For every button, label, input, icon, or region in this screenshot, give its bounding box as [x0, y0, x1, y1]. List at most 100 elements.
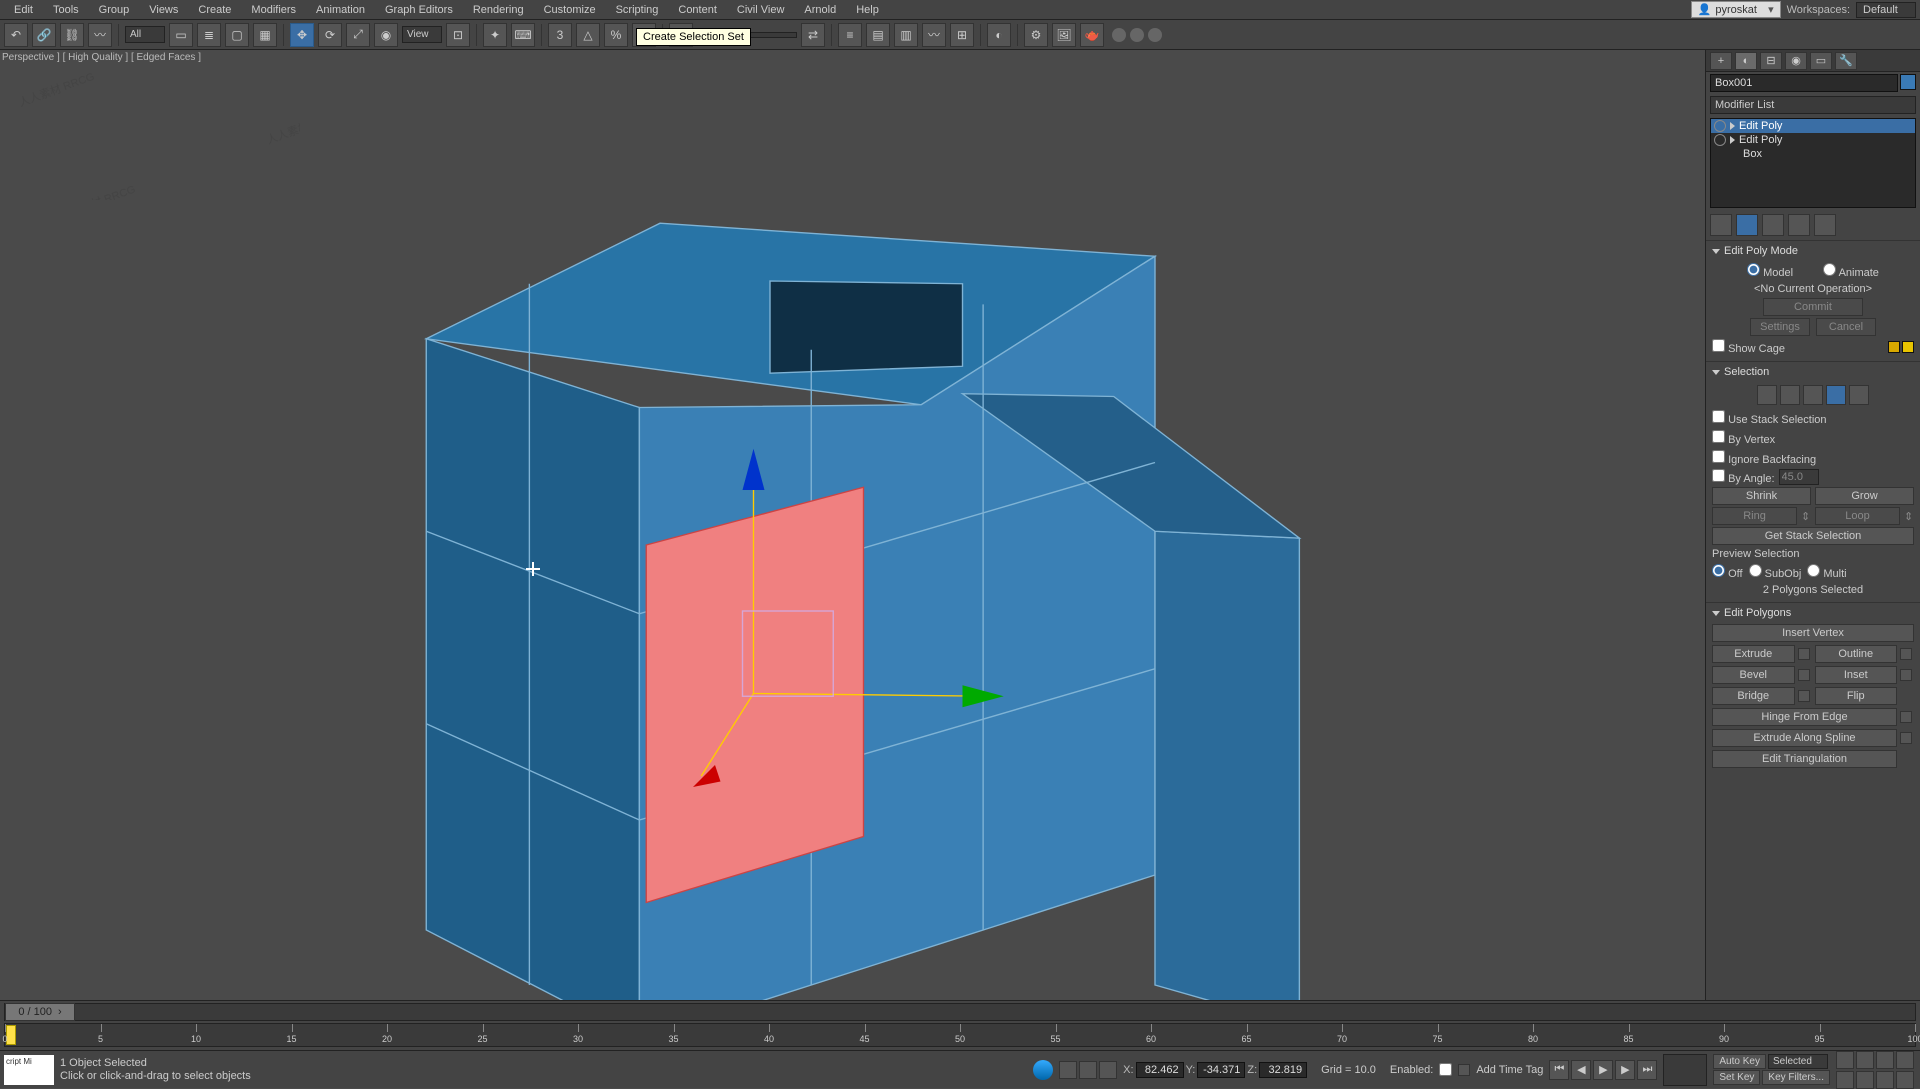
menu-arnold[interactable]: Arnold — [794, 2, 846, 18]
curve-editor-button[interactable]: 〰 — [922, 23, 946, 47]
mode-animate-radio[interactable]: Animate — [1823, 263, 1879, 279]
cancel-button[interactable]: Cancel — [1816, 318, 1876, 336]
bridge-settings-button[interactable] — [1798, 690, 1810, 702]
rollout-title[interactable]: Edit Polygons — [1724, 607, 1791, 619]
key-filters-button[interactable]: Key Filters... — [1762, 1070, 1830, 1085]
add-time-tag-button[interactable]: Add Time Tag — [1476, 1064, 1543, 1076]
menu-modifiers[interactable]: Modifiers — [241, 2, 306, 18]
angle-snap-button[interactable]: △ — [576, 23, 600, 47]
menu-rendering[interactable]: Rendering — [463, 2, 534, 18]
outline-button[interactable]: Outline — [1815, 645, 1898, 663]
absolute-transform-button[interactable] — [1099, 1061, 1117, 1079]
select-and-scale-button[interactable]: ⤢ — [346, 23, 370, 47]
outline-settings-button[interactable] — [1900, 648, 1912, 660]
zoom-all-button[interactable] — [1896, 1051, 1914, 1069]
tab-motion[interactable]: ◉ — [1785, 52, 1807, 70]
rollout-title[interactable]: Edit Poly Mode — [1724, 245, 1798, 257]
show-cage-checkbox[interactable]: Show Cage — [1712, 339, 1785, 355]
set-key-button[interactable]: Set Key — [1713, 1070, 1760, 1085]
select-and-place-button[interactable]: ◉ — [374, 23, 398, 47]
goto-end-button[interactable]: ⏭ — [1637, 1060, 1657, 1080]
expand-icon[interactable] — [1730, 136, 1735, 144]
border-level-button[interactable] — [1803, 385, 1823, 405]
commit-button[interactable]: Commit — [1763, 298, 1863, 316]
script-listener[interactable]: cript Mi — [4, 1055, 54, 1085]
menu-graph-editors[interactable]: Graph Editors — [375, 2, 463, 18]
mirror-button[interactable]: ⇄ — [801, 23, 825, 47]
rect-region-button[interactable]: ▢ — [225, 23, 249, 47]
render-button[interactable]: 🫖 — [1080, 23, 1104, 47]
render-frame-button[interactable]: 🖼 — [1052, 23, 1076, 47]
shrink-button[interactable]: Shrink — [1712, 487, 1811, 505]
percent-snap-button[interactable]: % — [604, 23, 628, 47]
by-vertex-checkbox[interactable]: By Vertex — [1712, 430, 1775, 446]
goto-start-button[interactable]: ⏮ — [1549, 1060, 1569, 1080]
select-object-button[interactable]: ▭ — [169, 23, 193, 47]
configure-sets-button[interactable] — [1814, 214, 1836, 236]
grow-button[interactable]: Grow — [1815, 487, 1914, 505]
extrude-settings-button[interactable] — [1798, 648, 1810, 660]
tab-display[interactable]: ▭ — [1810, 52, 1832, 70]
viewport[interactable]: Perspective ] [ High Quality ] [ Edged F… — [0, 50, 1705, 1000]
edge-level-button[interactable] — [1780, 385, 1800, 405]
insert-vertex-button[interactable]: Insert Vertex — [1712, 624, 1914, 642]
material-editor-button[interactable]: ◐ — [987, 23, 1011, 47]
modifier-list-dropdown[interactable]: Modifier List — [1710, 96, 1916, 114]
extrude-spline-settings-button[interactable] — [1900, 732, 1912, 744]
menu-edit[interactable]: Edit — [4, 2, 43, 18]
use-pivot-button[interactable]: ⊡ — [446, 23, 470, 47]
menu-animation[interactable]: Animation — [306, 2, 375, 18]
menu-civil-view[interactable]: Civil View — [727, 2, 794, 18]
unlink-button[interactable]: ⛓ — [60, 23, 84, 47]
tab-utilities[interactable]: 🔧 — [1835, 52, 1857, 70]
stack-item-edit-poly-2[interactable]: Edit Poly — [1711, 133, 1915, 147]
link-button[interactable]: 🔗 — [32, 23, 56, 47]
tab-modify[interactable]: ◐ — [1735, 52, 1757, 70]
polygon-level-button[interactable] — [1826, 385, 1846, 405]
flip-button[interactable]: Flip — [1815, 687, 1898, 705]
zoom-button[interactable] — [1856, 1051, 1874, 1069]
object-color-swatch[interactable] — [1900, 74, 1916, 90]
show-end-result-button[interactable] — [1736, 214, 1758, 236]
preview-multi-radio[interactable]: Multi — [1807, 564, 1846, 580]
by-angle-spinner[interactable] — [1779, 469, 1819, 485]
bridge-button[interactable]: Bridge — [1712, 687, 1795, 705]
menu-views[interactable]: Views — [139, 2, 188, 18]
menu-scripting[interactable]: Scripting — [606, 2, 669, 18]
expand-icon[interactable] — [1730, 122, 1735, 130]
zoom-extents-button[interactable] — [1876, 1051, 1894, 1069]
schematic-view-button[interactable]: ⊞ — [950, 23, 974, 47]
menu-create[interactable]: Create — [188, 2, 241, 18]
hinge-settings-button[interactable] — [1900, 711, 1912, 723]
preview-off-radio[interactable]: Off — [1712, 564, 1743, 580]
account-dropdown[interactable]: 👤 pyroskat ▾ — [1691, 1, 1781, 18]
preview-subobj-radio[interactable]: SubObj — [1749, 564, 1802, 580]
reference-coord-dropdown[interactable]: View — [402, 26, 442, 43]
bevel-button[interactable]: Bevel — [1712, 666, 1795, 684]
pin-stack-button[interactable] — [1710, 214, 1732, 236]
remove-modifier-button[interactable] — [1788, 214, 1810, 236]
stack-item-box[interactable]: Box — [1711, 147, 1915, 161]
select-and-manipulate-button[interactable]: ✦ — [483, 23, 507, 47]
bevel-settings-button[interactable] — [1798, 669, 1810, 681]
select-by-name-button[interactable]: ≣ — [197, 23, 221, 47]
modifier-stack[interactable]: Edit Poly Edit Poly Box — [1710, 118, 1916, 208]
menu-content[interactable]: Content — [668, 2, 727, 18]
key-target-dropdown[interactable]: Selected — [1768, 1054, 1828, 1069]
use-stack-selection-checkbox[interactable]: Use Stack Selection — [1712, 410, 1827, 426]
undo-button[interactable]: ↶ — [4, 23, 28, 47]
element-level-button[interactable] — [1849, 385, 1869, 405]
menu-customize[interactable]: Customize — [534, 2, 606, 18]
time-ruler[interactable]: 0510152025303540455055606570758085909510… — [4, 1023, 1916, 1047]
extrude-spline-button[interactable]: Extrude Along Spline — [1712, 729, 1897, 747]
workspaces-dropdown[interactable]: Default — [1856, 2, 1916, 18]
tag-icon[interactable] — [1458, 1064, 1470, 1076]
y-value-field[interactable]: -34.371 — [1197, 1062, 1245, 1078]
x-value-field[interactable]: 82.462 — [1136, 1062, 1184, 1078]
time-slider[interactable]: 0 / 100 › — [4, 1003, 1916, 1021]
menu-tools[interactable]: Tools — [43, 2, 89, 18]
z-value-field[interactable]: 32.819 — [1259, 1062, 1307, 1078]
ring-button[interactable]: Ring — [1712, 507, 1797, 525]
get-stack-selection-button[interactable]: Get Stack Selection — [1712, 527, 1914, 545]
by-angle-checkbox[interactable]: By Angle: — [1712, 469, 1775, 485]
